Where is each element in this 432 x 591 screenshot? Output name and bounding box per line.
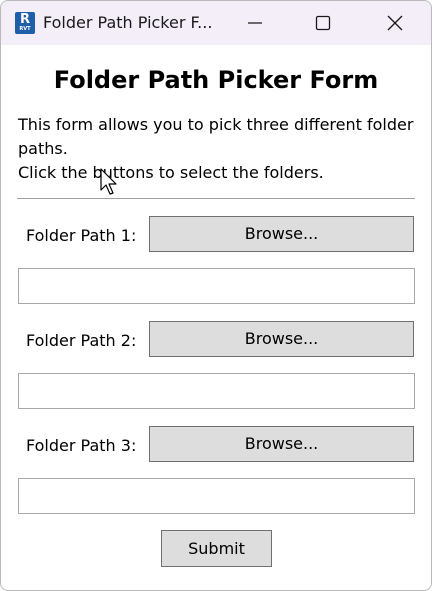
- description-line-2: paths.: [18, 139, 68, 158]
- folder-path-2-label: Folder Path 2:: [26, 331, 137, 350]
- close-button[interactable]: [372, 1, 418, 45]
- description-line-1: This form allows you to pick three diffe…: [18, 115, 414, 134]
- folder-path-3-field[interactable]: [18, 478, 415, 514]
- title-bar[interactable]: R RVT Folder Path Picker F...: [1, 1, 431, 45]
- minimize-button[interactable]: [232, 1, 278, 45]
- folder-path-3-label: Folder Path 3:: [26, 436, 137, 455]
- revit-app-icon: R RVT: [15, 12, 35, 34]
- divider: [17, 198, 415, 199]
- folder-path-1-label: Folder Path 1:: [26, 226, 137, 245]
- maximize-button[interactable]: [300, 1, 346, 45]
- app-icon-letter: R: [19, 12, 30, 27]
- form-heading: Folder Path Picker Form: [53, 66, 379, 94]
- app-window: R RVT Folder Path Picker F... Folder Pat…: [0, 0, 432, 591]
- folder-path-1-field[interactable]: [18, 268, 415, 304]
- app-icon-sub: RVT: [19, 26, 31, 32]
- description-line-3: Click the buttons to select the folders.: [18, 163, 324, 182]
- mouse-cursor-icon: [100, 168, 117, 195]
- folder-path-2-field[interactable]: [18, 373, 415, 409]
- maximize-icon: [315, 15, 331, 31]
- close-icon: [387, 15, 403, 31]
- submit-button[interactable]: Submit: [161, 530, 272, 567]
- window-title: Folder Path Picker F...: [43, 13, 213, 32]
- browse-button-3[interactable]: Browse...: [149, 426, 414, 462]
- browse-button-2[interactable]: Browse...: [149, 321, 414, 357]
- browse-button-1[interactable]: Browse...: [149, 216, 414, 252]
- minimize-icon: [248, 22, 262, 24]
